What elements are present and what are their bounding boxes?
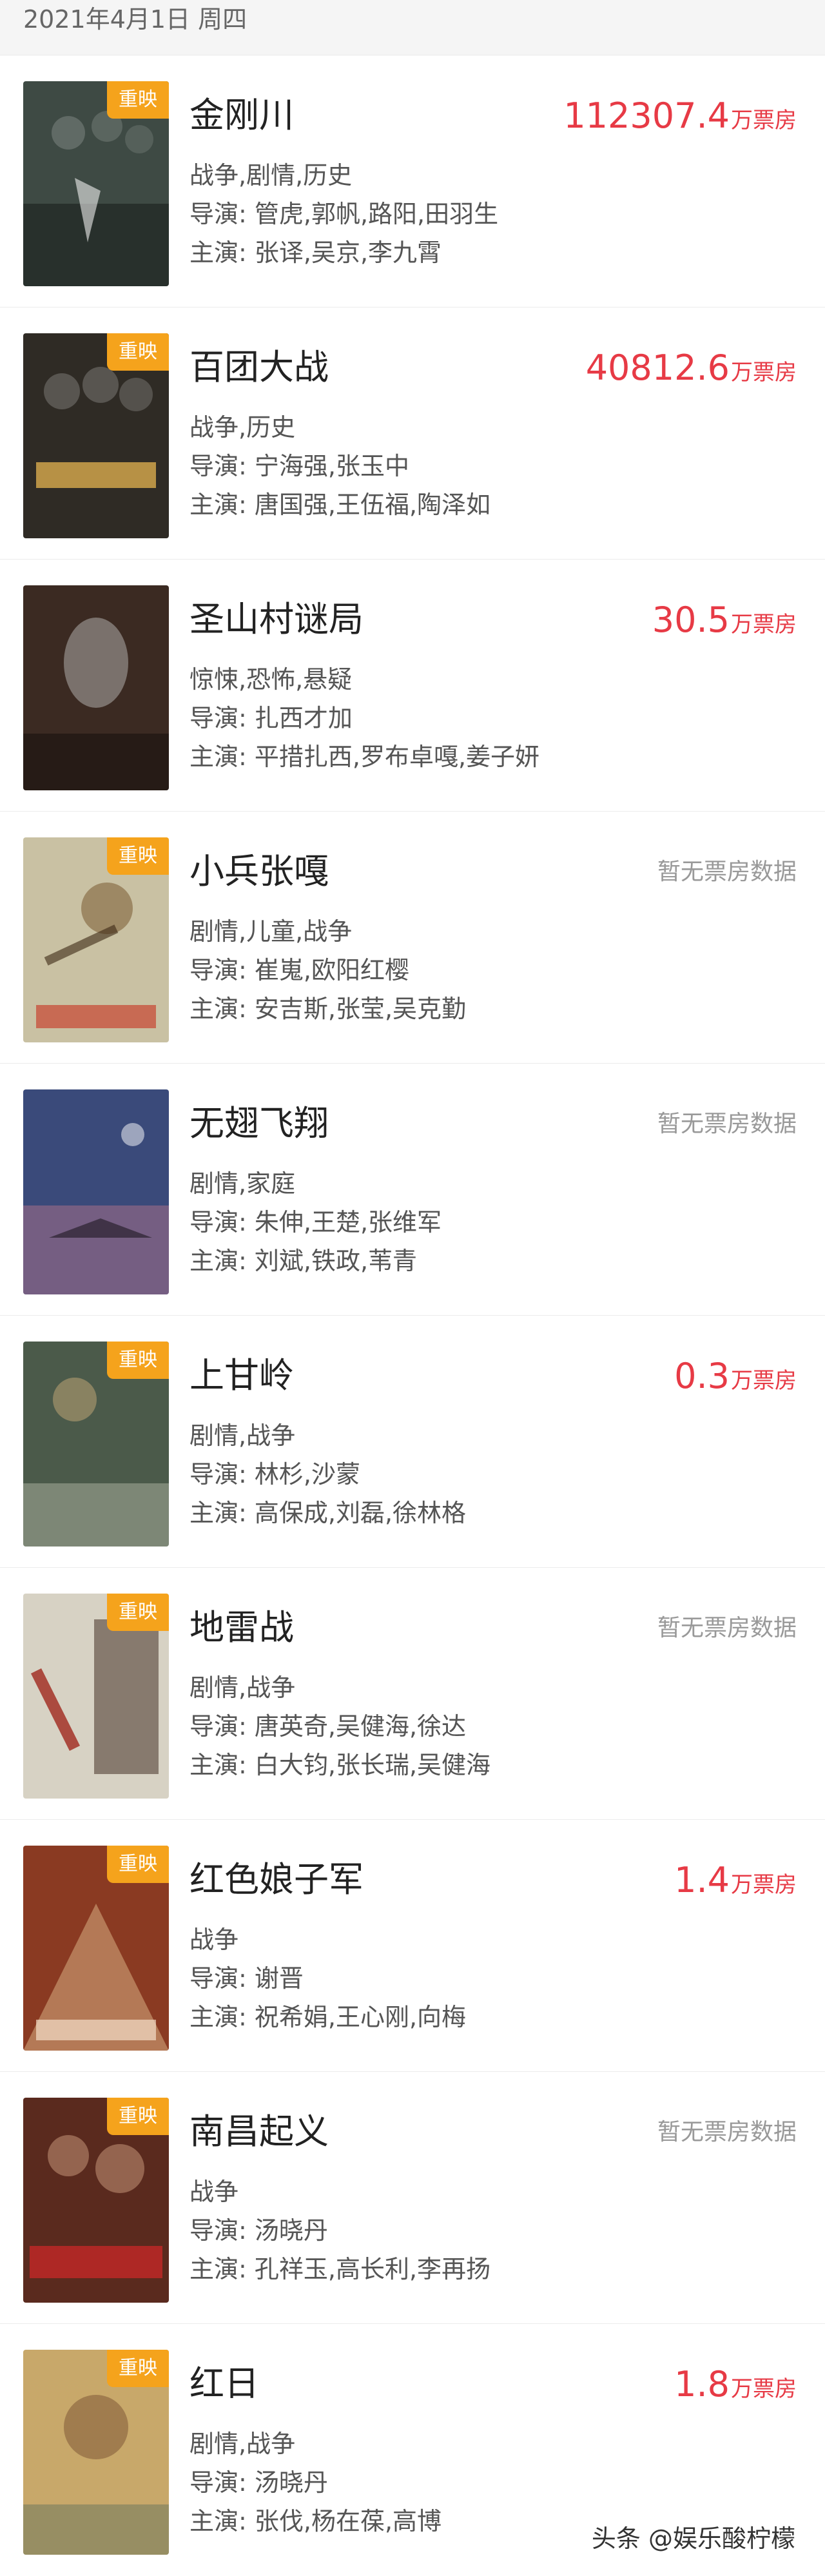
box-office-value: 0.3 <box>674 1356 730 1396</box>
movie-title[interactable]: 红色娘子军 <box>189 1859 364 1901</box>
movie-item[interactable]: 重映 南昌起义 暂无票房数据 战争 导演: 汤晓丹 主演: 孔祥玉,高长利,李再… <box>0 2072 825 2324</box>
box-office-value: 112307.4 <box>563 95 730 136</box>
movie-item[interactable]: 重映 小兵张嘎 暂无票房数据 剧情,儿童,战争 导演: 崔嵬,欧阳红樱 主演: … <box>0 812 825 1064</box>
box-office-unit: 万票房 <box>731 108 797 133</box>
rerelease-badge: 重映 <box>107 2098 169 2135</box>
poster-image <box>23 585 169 790</box>
movie-item[interactable]: 重映 红色娘子军 1.4万票房 战争 导演: 谢晋 主演: 祝希娟,王心刚,向梅 <box>0 1820 825 2072</box>
box-office: 暂无票房数据 <box>657 1104 797 1145</box>
movie-cast: 主演: 唐国强,王伍福,陶泽如 <box>189 488 490 522</box>
movie-genre: 剧情,战争 <box>189 1419 295 1452</box>
movie-genre: 剧情,家庭 <box>189 1167 295 1200</box>
box-office-value: 40812.6 <box>586 347 730 388</box>
box-office: 暂无票房数据 <box>657 852 797 893</box>
poster-image <box>23 1089 169 1294</box>
movie-title[interactable]: 无翅飞翔 <box>189 1102 329 1145</box>
rerelease-badge: 重映 <box>107 2350 169 2387</box>
movie-director: 导演: 管虎,郭帆,路阳,田羽生 <box>189 197 498 231</box>
movie-title[interactable]: 百团大战 <box>189 346 329 389</box>
box-office: 暂无票房数据 <box>657 1608 797 1649</box>
movie-item[interactable]: 重映 金刚川 112307.4万票房 战争,剧情,历史 导演: 管虎,郭帆,路阳… <box>0 55 825 307</box>
movie-director: 导演: 朱伸,王楚,张维军 <box>189 1205 442 1239</box>
box-office-unit: 万票房 <box>731 612 797 638</box>
movie-director: 导演: 林杉,沙蒙 <box>189 1458 360 1491</box>
movie-genre: 战争,历史 <box>189 411 295 444</box>
box-office: 1.4万票房 <box>674 1860 797 1901</box>
movie-cast: 主演: 祝希娟,王心刚,向梅 <box>189 2000 466 2034</box>
movie-title[interactable]: 地雷战 <box>189 1606 294 1649</box>
movie-director: 导演: 汤晓丹 <box>189 2466 328 2499</box>
box-office-unit: 万票房 <box>731 1368 797 1394</box>
movie-title[interactable]: 金刚川 <box>189 94 294 137</box>
box-office: 30.5万票房 <box>652 600 797 641</box>
movie-cast: 主演: 白大钧,张长瑞,吴健海 <box>189 1748 490 1782</box>
box-office-value: 30.5 <box>652 600 730 640</box>
box-office-value: 1.8 <box>674 2364 730 2405</box>
movie-item[interactable]: 重映 上甘岭 0.3万票房 剧情,战争 导演: 林杉,沙蒙 主演: 高保成,刘磊… <box>0 1316 825 1568</box>
movie-poster[interactable]: 重映 <box>23 2350 169 2555</box>
movie-poster[interactable]: 重映 <box>23 1846 169 2051</box>
movie-poster[interactable]: 重映 <box>23 1594 169 1799</box>
box-office: 1.8万票房 <box>674 2364 797 2405</box>
movie-director: 导演: 唐英奇,吴健海,徐达 <box>189 1710 466 1743</box>
movie-title[interactable]: 圣山村谜局 <box>189 598 364 641</box>
box-office: 112307.4万票房 <box>563 95 797 137</box>
box-office-unit: 万票房 <box>731 1872 797 1898</box>
box-office-empty: 暂无票房数据 <box>657 1111 797 1137</box>
movie-poster[interactable]: 重映 <box>23 1342 169 1547</box>
box-office-unit: 万票房 <box>731 360 797 385</box>
movie-poster[interactable] <box>23 1089 169 1294</box>
box-office-value: 1.4 <box>674 1860 730 1900</box>
date-header: 2021年4月1日 周四 <box>0 0 825 55</box>
movie-poster[interactable]: 重映 <box>23 333 169 538</box>
rerelease-badge: 重映 <box>107 1846 169 1883</box>
movie-poster[interactable]: 重映 <box>23 2098 169 2303</box>
movie-poster[interactable] <box>23 585 169 790</box>
movie-cast: 主演: 安吉斯,张莹,吴克勤 <box>189 992 466 1026</box>
movie-genre: 剧情,儿童,战争 <box>189 915 352 948</box>
movie-cast: 主演: 孔祥玉,高长利,李再扬 <box>189 2252 490 2286</box>
rerelease-badge: 重映 <box>107 81 169 119</box>
movie-genre: 剧情,战争 <box>189 2427 295 2461</box>
movie-director: 导演: 汤晓丹 <box>189 2214 328 2247</box>
movie-cast: 主演: 高保成,刘磊,徐林格 <box>189 1496 466 1530</box>
movie-cast: 主演: 平措扎西,罗布卓嘎,姜子妍 <box>189 740 539 774</box>
box-office-unit: 万票房 <box>731 2376 797 2402</box>
movie-list: 重映 金刚川 112307.4万票房 战争,剧情,历史 导演: 管虎,郭帆,路阳… <box>0 55 825 2576</box>
box-office: 0.3万票房 <box>674 1356 797 1397</box>
movie-title[interactable]: 南昌起义 <box>189 2111 329 2153</box>
box-office: 暂无票房数据 <box>657 2112 797 2153</box>
movie-genre: 战争 <box>189 1923 238 1956</box>
movie-title[interactable]: 小兵张嘎 <box>189 850 329 893</box>
movie-title[interactable]: 红日 <box>189 2363 259 2405</box>
movie-item[interactable]: 无翅飞翔 暂无票房数据 剧情,家庭 导演: 朱伸,王楚,张维军 主演: 刘斌,铁… <box>0 1064 825 1316</box>
movie-genre: 剧情,战争 <box>189 1671 295 1704</box>
movie-genre: 战争,剧情,历史 <box>189 159 352 192</box>
movie-item[interactable]: 重映 地雷战 暂无票房数据 剧情,战争 导演: 唐英奇,吴健海,徐达 主演: 白… <box>0 1568 825 1820</box>
movie-title[interactable]: 上甘岭 <box>189 1354 294 1397</box>
box-office-empty: 暂无票房数据 <box>657 1615 797 1641</box>
movie-poster[interactable]: 重映 <box>23 81 169 286</box>
rerelease-badge: 重映 <box>107 837 169 875</box>
movie-cast: 主演: 张伐,杨在葆,高博 <box>189 2504 442 2538</box>
movie-item[interactable]: 圣山村谜局 30.5万票房 惊悚,恐怖,悬疑 导演: 扎西才加 主演: 平措扎西… <box>0 560 825 812</box>
rerelease-badge: 重映 <box>107 1342 169 1379</box>
watermark-text: 头条 @娱乐酸柠檬 <box>585 2516 802 2557</box>
movie-cast: 主演: 刘斌,铁政,苇青 <box>189 1244 417 1278</box>
movie-poster[interactable]: 重映 <box>23 837 169 1042</box>
date-label: 2021年4月1日 周四 <box>23 3 247 36</box>
movie-director: 导演: 宁海强,张玉中 <box>189 449 409 483</box>
movie-cast: 主演: 张译,吴京,李九霄 <box>189 236 442 269</box>
box-office-empty: 暂无票房数据 <box>657 859 797 885</box>
movie-director: 导演: 谢晋 <box>189 1962 304 1995</box>
rerelease-badge: 重映 <box>107 1594 169 1631</box>
box-office: 40812.6万票房 <box>586 347 797 389</box>
movie-genre: 惊悚,恐怖,悬疑 <box>189 663 352 696</box>
movie-director: 导演: 扎西才加 <box>189 701 353 735</box>
movie-genre: 战争 <box>189 2175 238 2209</box>
movie-item[interactable]: 重映 百团大战 40812.6万票房 战争,历史 导演: 宁海强,张玉中 主演:… <box>0 307 825 560</box>
rerelease-badge: 重映 <box>107 333 169 371</box>
box-office-empty: 暂无票房数据 <box>657 2119 797 2145</box>
movie-director: 导演: 崔嵬,欧阳红樱 <box>189 953 409 987</box>
